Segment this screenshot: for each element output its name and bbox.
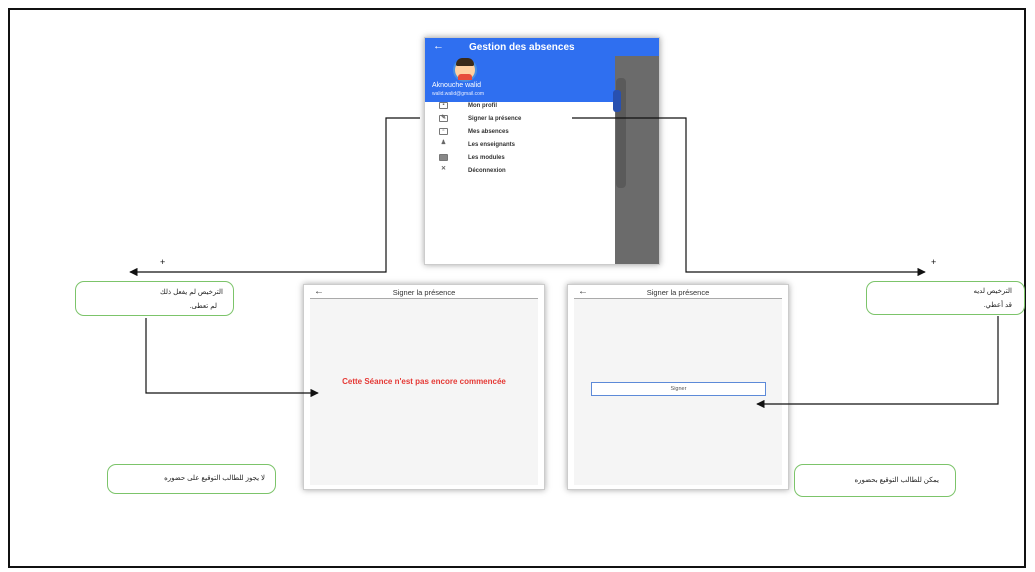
- connector-to-left-screen: [145, 318, 319, 398]
- connector-not-authorized: [129, 117, 420, 277]
- connector-to-right-screen: [756, 316, 999, 409]
- connector-lines: [129, 117, 999, 409]
- connector-authorized: [572, 117, 926, 277]
